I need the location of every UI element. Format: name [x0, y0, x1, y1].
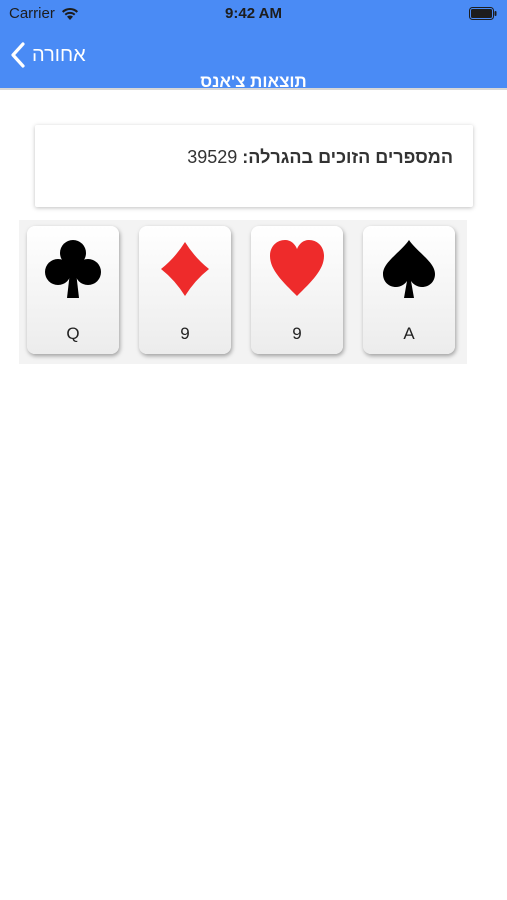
- winning-numbers-value: 39529: [187, 147, 238, 167]
- card-hearts: 9: [251, 226, 343, 354]
- card-rank: 9: [292, 324, 302, 343]
- card-slot: A: [355, 220, 467, 364]
- card-rank: 9: [180, 324, 190, 343]
- card-slot: Q: [19, 220, 131, 364]
- spade-icon: [383, 240, 435, 298]
- back-label: אחורה: [32, 43, 86, 66]
- diamond-icon: [161, 242, 209, 296]
- status-time: 9:42 AM: [225, 5, 282, 22]
- card-rank: A: [403, 324, 415, 343]
- club-icon: [45, 240, 101, 298]
- nav-divider: [0, 88, 507, 90]
- card-clubs: Q: [27, 226, 119, 354]
- chevron-left-icon: [11, 42, 25, 68]
- battery-icon: [469, 7, 497, 20]
- card-diamonds: 9: [139, 226, 231, 354]
- winning-numbers-label: המספרים הזוכים בהגרלה:: [242, 147, 453, 167]
- status-bar: Carrier 9:42 AM: [0, 0, 507, 30]
- card-slot: 9: [131, 220, 243, 364]
- page-title: תוצאות צ'אנס: [200, 72, 307, 88]
- back-button[interactable]: אחורה: [10, 42, 86, 68]
- card-rank: Q: [66, 324, 80, 343]
- navigation-bar: אחורה תוצאות צ'אנס: [0, 30, 507, 88]
- card-slot: 9: [243, 220, 355, 364]
- winning-numbers-text: המספרים הזוכים בהגרלה: 39529: [187, 147, 453, 168]
- heart-icon: [270, 240, 324, 296]
- card-spades: A: [363, 226, 455, 354]
- winning-numbers-box: המספרים הזוכים בהגרלה: 39529: [35, 125, 473, 207]
- cards-row: Q 9 9 A: [19, 220, 467, 364]
